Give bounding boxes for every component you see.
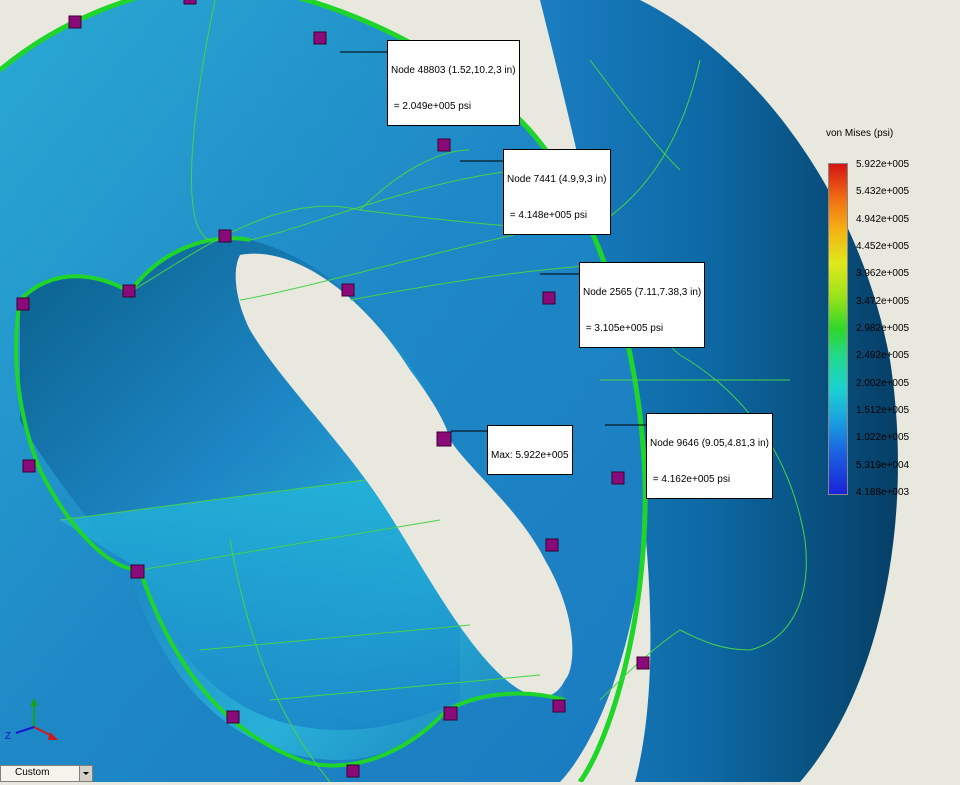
node-marker[interactable] bbox=[22, 459, 36, 473]
callout-node-48803-line1: Node 48803 (1.52,10.2,3 in) bbox=[391, 65, 516, 76]
callout-max-label: Max: 5.922e+005 bbox=[491, 450, 569, 461]
legend-label: 3.962e+005 bbox=[856, 268, 910, 280]
legend-label: 4.452e+005 bbox=[856, 241, 910, 252]
node-marker[interactable] bbox=[218, 229, 232, 243]
node-marker[interactable] bbox=[611, 471, 625, 485]
callout-max[interactable]: Max: 5.922e+005 bbox=[487, 425, 573, 475]
callout-node-48803[interactable]: Node 48803 (1.52,10.2,3 in) = 2.049e+005… bbox=[387, 40, 520, 126]
max-node-marker[interactable] bbox=[436, 431, 452, 447]
node-marker[interactable] bbox=[16, 297, 30, 311]
node-marker[interactable] bbox=[130, 564, 145, 579]
legend-label: 3.472e+005 bbox=[856, 295, 910, 307]
callout-node-9646-line1: Node 9646 (9.05,4.81,3 in) bbox=[650, 438, 769, 449]
chevron-down-icon bbox=[83, 772, 89, 775]
node-marker[interactable] bbox=[183, 0, 197, 5]
legend-label: 5.922e+005 bbox=[856, 159, 910, 170]
node-marker[interactable] bbox=[545, 538, 559, 552]
callout-node-48803-line2: = 2.049e+005 psi bbox=[391, 101, 472, 112]
callout-node-2565-line2: = 3.105e+005 psi bbox=[583, 323, 664, 334]
node-marker[interactable] bbox=[122, 284, 136, 298]
legend-label: 5.432e+005 bbox=[856, 186, 910, 198]
legend-label: 2.492e+005 bbox=[856, 350, 910, 362]
callout-node-7441[interactable]: Node 7441 (4.9,9,3 in) = 4.148e+005 psi bbox=[503, 149, 611, 235]
node-marker[interactable] bbox=[341, 283, 355, 297]
view-orientation-value: Custom bbox=[15, 767, 50, 778]
node-marker[interactable] bbox=[68, 15, 82, 29]
node-marker[interactable] bbox=[552, 699, 566, 713]
legend-label: 4.942e+005 bbox=[856, 213, 910, 225]
callout-node-9646[interactable]: Node 9646 (9.05,4.81,3 in) = 4.162e+005 … bbox=[646, 413, 773, 499]
z-axis-arrow bbox=[15, 726, 35, 734]
coordinate-triad: Z bbox=[5, 698, 58, 742]
callout-node-7441-line1: Node 7441 (4.9,9,3 in) bbox=[507, 174, 607, 185]
legend-label: 5.319e+004 bbox=[856, 459, 910, 471]
legend-label: 4.188e+003 bbox=[856, 487, 910, 498]
callout-node-2565-line1: Node 2565 (7.11,7.38,3 in) bbox=[583, 287, 702, 298]
legend-label: 1.512e+005 bbox=[856, 405, 910, 416]
node-marker[interactable] bbox=[636, 656, 650, 670]
node-marker[interactable] bbox=[542, 291, 556, 305]
node-marker[interactable] bbox=[226, 710, 240, 724]
legend-color-bar bbox=[828, 163, 848, 495]
node-marker[interactable] bbox=[443, 706, 458, 721]
callout-node-7441-line2: = 4.148e+005 psi bbox=[507, 210, 588, 221]
node-marker[interactable] bbox=[346, 764, 360, 778]
node-marker[interactable] bbox=[313, 31, 327, 45]
callout-node-9646-line2: = 4.162e+005 psi bbox=[650, 474, 731, 485]
legend-label: 2.982e+005 bbox=[856, 323, 910, 334]
legend-label: 2.002e+005 bbox=[856, 377, 910, 389]
dropdown-arrow-button[interactable] bbox=[79, 766, 92, 781]
z-axis-label: Z bbox=[5, 731, 11, 742]
callout-node-2565[interactable]: Node 2565 (7.11,7.38,3 in) = 3.105e+005 … bbox=[579, 262, 706, 348]
node-marker[interactable] bbox=[437, 138, 451, 152]
legend-label: 1.022e+005 bbox=[856, 432, 910, 444]
view-orientation-select[interactable]: Custom bbox=[0, 765, 93, 782]
legend-title: von Mises (psi) bbox=[826, 128, 894, 139]
